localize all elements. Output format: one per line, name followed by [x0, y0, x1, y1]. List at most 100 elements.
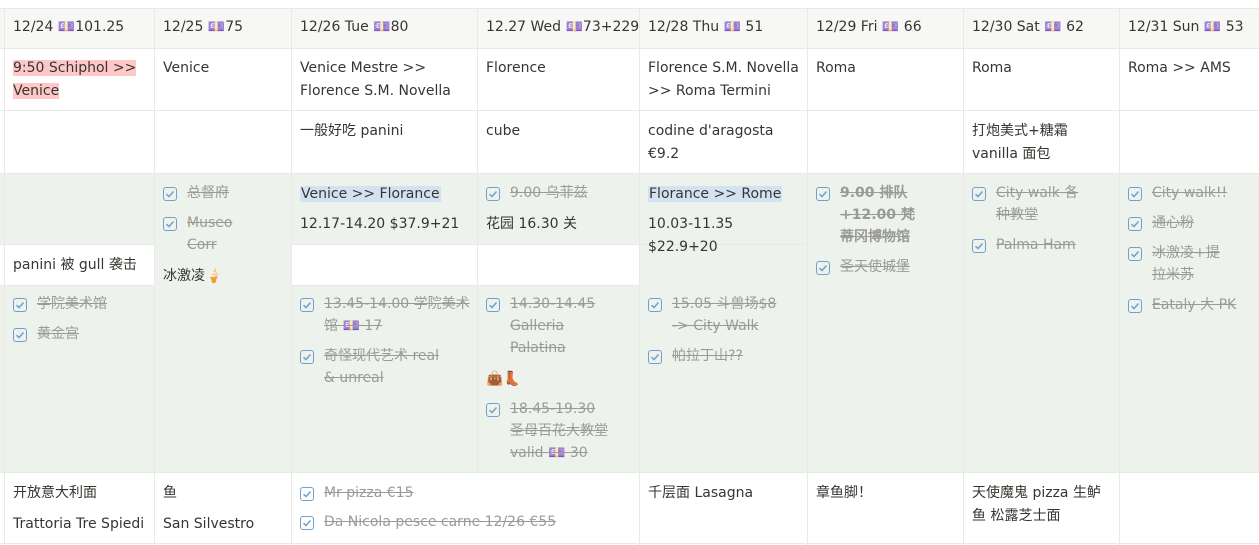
food-cell-1227[interactable]: cube	[478, 120, 639, 143]
activity-note-1224[interactable]: panini 被 gull 袭击	[5, 254, 154, 277]
transport-cell-1229[interactable]: Roma	[808, 57, 963, 80]
day-header-1226[interactable]: 12/26 Tue 💷80	[292, 8, 408, 47]
todo-item[interactable]: 通心粉	[1128, 212, 1256, 234]
todo-label: 黄金宫	[37, 326, 79, 342]
todo-label: 学院美术馆	[37, 296, 107, 312]
col-divider	[963, 8, 964, 545]
checkbox-checked[interactable]	[13, 328, 27, 342]
transport-text: 9:50 Schiphol >> Venice	[13, 60, 137, 99]
todo-label: 14.30-14.45 Galleria Palatina	[510, 296, 596, 356]
train-route-1226[interactable]: Venice >> Florance	[292, 183, 477, 206]
todo-item[interactable]: Museo Corr	[163, 212, 243, 256]
checkbox-checked[interactable]	[163, 217, 177, 231]
row-divider	[0, 285, 154, 286]
todo-label: City walk 各种教堂	[996, 185, 1079, 223]
train-ticket-1228[interactable]: 10.03-11.35 $22.9+20	[640, 213, 807, 259]
todo-label: 冰激凌+提拉米苏	[1152, 245, 1220, 283]
todo-label: Mr pizza €15	[324, 485, 414, 501]
food-cell-1226[interactable]: 一般好吃 panini	[292, 120, 477, 143]
day-header-1231[interactable]: 12/31 Sun 💷 53	[1120, 8, 1244, 47]
checkbox-checked[interactable]	[300, 350, 314, 364]
todo-item[interactable]: 圣天使城堡	[816, 256, 956, 278]
todo-label: City walk!!	[1152, 185, 1228, 201]
checkbox-checked[interactable]	[13, 298, 27, 312]
activity-note-1227[interactable]: 花园 16.30 关	[478, 213, 639, 236]
todo-item[interactable]: 帕拉丁山??	[648, 345, 798, 367]
checkbox-checked[interactable]	[1128, 187, 1142, 201]
todo-item[interactable]: 13.45-14.00 学院美术馆 💷 17	[300, 293, 475, 337]
row-divider	[0, 472, 1259, 473]
checkbox-checked[interactable]	[972, 187, 986, 201]
todo-item[interactable]: 15.05 斗兽场$8 -> City Walk	[648, 293, 778, 337]
row-divider	[0, 244, 154, 245]
checkbox-checked[interactable]	[648, 350, 662, 364]
todo-item[interactable]: 黄金宫	[13, 323, 152, 345]
todo-item[interactable]: 9.00 乌菲兹	[486, 182, 636, 204]
todo-item[interactable]: 总督府	[163, 182, 289, 204]
todo-label: Da Nicola pesce carne 12/26 €55	[324, 514, 557, 530]
todo-label: 13.45-14.00 学院美术馆 💷 17	[324, 296, 470, 334]
dinner-1224-line1[interactable]: 开放意大利面	[5, 482, 154, 505]
checkbox-checked[interactable]	[300, 516, 314, 530]
row-divider	[0, 173, 1259, 174]
day-header-1224[interactable]: 12/24 💷101.25	[5, 8, 124, 47]
todo-label: Palma Ham	[996, 237, 1076, 253]
todo-item[interactable]: 14.30-14.45 Galleria Palatina	[486, 293, 598, 359]
food-cell-1230[interactable]: 打炮美式+糖霜 vanilla 面包	[964, 120, 1119, 166]
todo-item[interactable]: Da Nicola pesce carne 12/26 €55	[300, 511, 630, 533]
activity-note-1225[interactable]: 冰激凌🍦	[155, 265, 291, 288]
todo-label: 9.00 乌菲兹	[510, 185, 588, 201]
day-header-1230[interactable]: 12/30 Sat 💷 62	[964, 8, 1084, 47]
todo-item[interactable]: 18.45-19.30 圣母百花大教堂 valid 💷 30	[486, 398, 612, 464]
day-header-1225[interactable]: 12/25 💷75	[155, 8, 243, 47]
checkbox-checked[interactable]	[816, 187, 830, 201]
todo-item[interactable]: Palma Ham	[972, 234, 1112, 256]
col-divider	[807, 8, 808, 545]
transport-cell-1227[interactable]: Florence	[478, 57, 639, 80]
checkbox-checked[interactable]	[1128, 299, 1142, 313]
day-header-1227[interactable]: 12.27 Wed 💷73+229	[478, 8, 639, 47]
todo-label: 9.00 排队 +12.00 梵蒂冈博物馆	[840, 185, 915, 245]
day-header-1229[interactable]: 12/29 Fri 💷 66	[808, 8, 922, 47]
transport-cell-1225[interactable]: Venice	[155, 57, 291, 80]
transport-cell-1231[interactable]: Roma >> AMS	[1120, 57, 1259, 80]
dinner-1228[interactable]: 千层面 Lasagna	[640, 482, 807, 505]
checkbox-checked[interactable]	[1128, 247, 1142, 261]
train-route-1228[interactable]: Florance >> Rome	[640, 183, 807, 206]
checkbox-checked[interactable]	[816, 261, 830, 275]
checkbox-checked[interactable]	[972, 239, 986, 253]
transport-cell-1228[interactable]: Florence S.M. Novella >> Roma Termini	[640, 57, 807, 103]
todo-label: 通心粉	[1152, 215, 1194, 231]
transport-cell-1230[interactable]: Roma	[964, 57, 1119, 80]
todo-item[interactable]: 奇怪现代艺术 real & unreal	[300, 345, 450, 389]
transport-cell-1226[interactable]: Venice Mestre >> Florence S.M. Novella	[292, 57, 477, 103]
todo-item[interactable]: 冰激凌+提拉米苏	[1128, 242, 1228, 286]
dinner-1230[interactable]: 天使魔鬼 pizza 生鲈鱼 松露芝士面	[964, 482, 1119, 528]
dinner-1225-line2[interactable]: San Silvestro	[155, 513, 291, 536]
todo-item[interactable]: 9.00 排队 +12.00 梵蒂冈博物馆	[816, 182, 916, 248]
checkbox-checked[interactable]	[300, 298, 314, 312]
row-divider	[0, 110, 1259, 111]
todo-label: Museo Corr	[187, 215, 233, 253]
checkbox-checked[interactable]	[648, 298, 662, 312]
todo-label: 圣天使城堡	[840, 259, 910, 275]
todo-item[interactable]: City walk!!	[1128, 182, 1256, 204]
todo-item[interactable]: Eataly 大 PK	[1128, 294, 1256, 316]
checkbox-checked[interactable]	[300, 487, 314, 501]
checkbox-checked[interactable]	[486, 298, 500, 312]
checkbox-checked[interactable]	[486, 403, 500, 417]
food-cell-1228[interactable]: codine d'aragosta €9.2	[640, 120, 807, 166]
checkbox-checked[interactable]	[1128, 217, 1142, 231]
todo-item[interactable]: Mr pizza €15	[300, 482, 630, 504]
transport-cell-1224[interactable]: 9:50 Schiphol >> Venice	[5, 57, 154, 103]
dinner-1229[interactable]: 章鱼脚！	[808, 482, 963, 505]
todo-item[interactable]: City walk 各种教堂	[972, 182, 1087, 226]
dinner-1225-line1[interactable]: 鱼	[155, 482, 291, 505]
day-header-1228[interactable]: 12/28 Thu 💷 51	[640, 8, 763, 47]
dinner-1224-line2[interactable]: Trattoria Tre Spiedi	[5, 513, 154, 536]
route-text: Florance >> Rome	[648, 186, 783, 202]
checkbox-checked[interactable]	[486, 187, 500, 201]
todo-item[interactable]: 学院美术馆	[13, 293, 152, 315]
train-ticket-1226[interactable]: 12.17-14.20 $37.9+21	[292, 213, 477, 236]
checkbox-checked[interactable]	[163, 187, 177, 201]
